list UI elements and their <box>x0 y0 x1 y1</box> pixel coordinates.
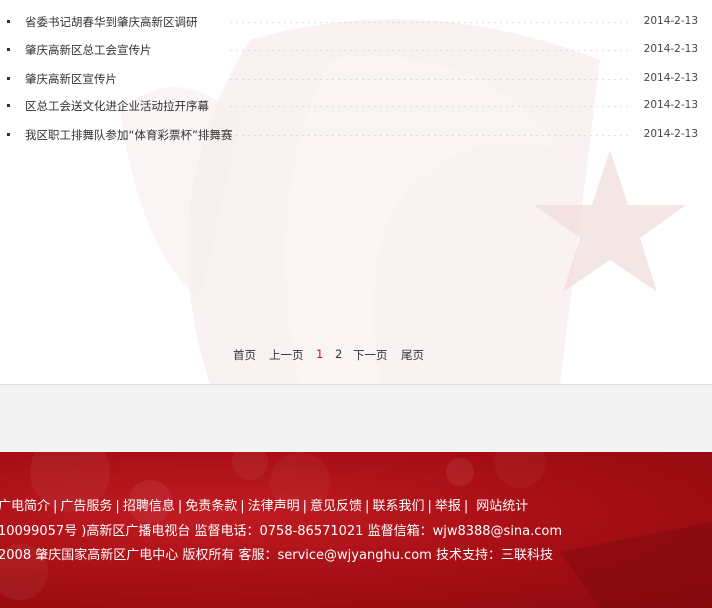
footer: 广电简介 | 广告服务 | 招聘信息 | 免责条款 | 法律声明 | 意见反馈 | 联系我们 | 举报 | 网站… <box>0 452 712 608</box>
news-title-link[interactable]: 区总工会送文化进企业活动拉开序幕 <box>25 98 209 114</box>
footer-link-disclaimer[interactable]: 免责条款 <box>185 499 237 514</box>
footer-separator: | <box>365 499 370 514</box>
bullet-icon <box>7 104 10 107</box>
footer-links: 广电简介 | 广告服务 | 招聘信息 | 免责条款 | 法律声明 | 意见反馈 | 联系我们 | 举报 | 网站… <box>0 495 528 514</box>
next-page-link[interactable]: 下一页 <box>353 347 388 363</box>
news-title-link[interactable]: 省委书记胡春华到肇庆高新区调研 <box>25 14 198 30</box>
pagination: 首页 上一页 1 2 下一页 尾页 <box>0 347 712 363</box>
spacer-band <box>0 384 712 453</box>
bullet-icon <box>7 48 10 51</box>
dotted-leader <box>228 135 628 136</box>
footer-link-ads[interactable]: 广告服务 <box>60 499 112 514</box>
list-item: 肇庆高新区总工会宣传片 2014-2-13 <box>0 40 712 60</box>
news-title-link[interactable]: 肇庆高新区总工会宣传片 <box>25 42 152 58</box>
footer-separator: | <box>53 499 58 514</box>
footer-separator: | <box>463 499 469 514</box>
list-item: 区总工会送文化进企业活动拉开序幕 2014-2-13 <box>0 96 712 116</box>
news-date: 2014-2-13 <box>643 43 698 55</box>
prev-page-link[interactable]: 上一页 <box>269 347 304 363</box>
dotted-leader <box>228 22 628 23</box>
bullet-icon <box>7 20 10 23</box>
news-title-link[interactable]: 我区职工排舞队参加“体育彩票杯”排舞赛 <box>25 127 232 143</box>
news-list-section: 省委书记胡春华到肇庆高新区调研 2014-2-13 肇庆高新区总工会宣传片 20… <box>0 0 712 384</box>
dotted-leader <box>228 50 628 51</box>
footer-separator: | <box>302 499 308 514</box>
footer-separator: | <box>427 499 432 514</box>
first-page-link[interactable]: 首页 <box>233 347 256 363</box>
footer-link-report[interactable]: 举报 <box>435 499 461 514</box>
last-page-link[interactable]: 尾页 <box>401 347 424 363</box>
bullet-icon <box>7 133 10 136</box>
footer-separator: | <box>115 499 120 514</box>
footer-link-legal[interactable]: 法律声明 <box>248 499 300 514</box>
footer-link-feedback[interactable]: 意见反馈 <box>310 499 362 514</box>
list-item: 我区职工排舞队参加“体育彩票杯”排舞赛 2014-2-13 <box>0 125 712 145</box>
news-date: 2014-2-13 <box>643 128 698 140</box>
bullet-icon <box>7 77 10 80</box>
news-title-link[interactable]: 肇庆高新区宣传片 <box>25 71 117 87</box>
page-1-link[interactable]: 1 <box>316 347 323 361</box>
news-date: 2014-2-13 <box>643 99 698 111</box>
list-item: 肇庆高新区宣传片 2014-2-13 <box>0 69 712 89</box>
dotted-leader <box>228 106 628 107</box>
news-date: 2014-2-13 <box>643 72 698 84</box>
footer-separator: | <box>240 499 245 514</box>
news-date: 2014-2-13 <box>643 15 698 27</box>
footer-copyright-line: 2008 肇庆国家高新区广电中心 版权所有 客服：service@wjyangh… <box>0 548 553 563</box>
dotted-leader <box>228 79 628 80</box>
page-2-link[interactable]: 2 <box>335 347 342 361</box>
list-item: 省委书记胡春华到肇庆高新区调研 2014-2-13 <box>0 12 712 32</box>
footer-license-line: 10099057号 )高新区广播电视台 监督电话：0758-86571021 监… <box>0 524 563 539</box>
footer-link-about[interactable]: 广电简介 <box>0 499 50 514</box>
footer-link-jobs[interactable]: 招聘信息 <box>123 499 175 514</box>
footer-separator: | <box>177 499 183 514</box>
footer-link-stats[interactable]: 网站统计 <box>471 499 528 514</box>
footer-link-contact[interactable]: 联系我们 <box>372 499 424 514</box>
